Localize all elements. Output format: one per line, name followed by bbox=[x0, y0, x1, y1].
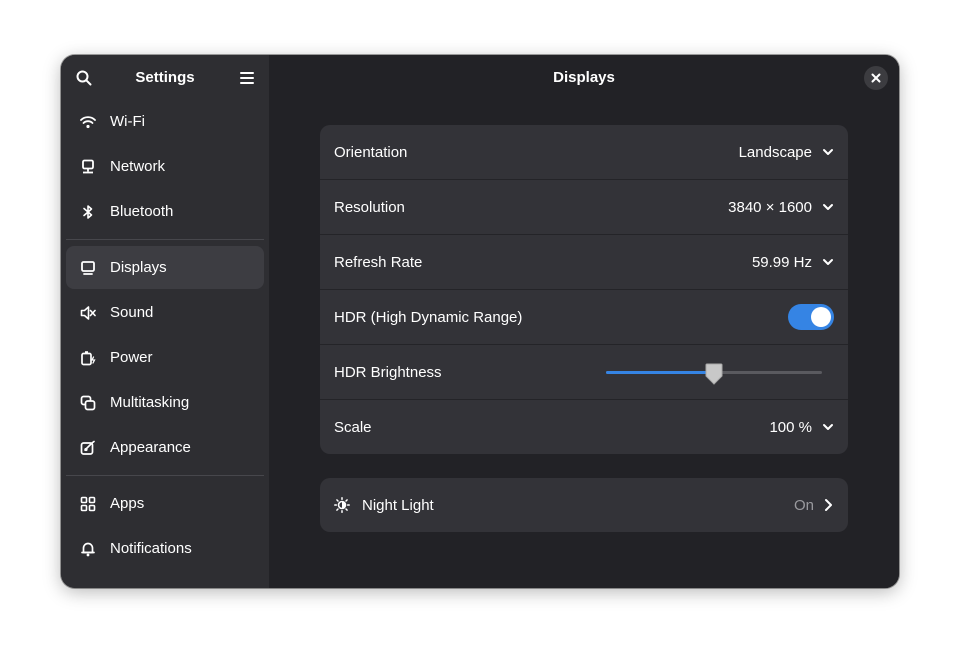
sidebar-item-label: Wi-Fi bbox=[110, 113, 145, 130]
refresh-rate-value: 59.99 Hz bbox=[752, 254, 812, 271]
sidebar-item-label: Appearance bbox=[110, 439, 191, 456]
resolution-row[interactable]: Resolution 3840 × 1600 bbox=[320, 180, 848, 235]
page-title: Displays bbox=[553, 69, 615, 86]
scale-value: 100 % bbox=[769, 419, 812, 436]
main-panel: Displays Orientation Landscape Resolutio… bbox=[269, 55, 899, 588]
sidebar-item-apps[interactable]: Apps bbox=[66, 482, 264, 525]
orientation-dropdown[interactable]: Landscape bbox=[739, 144, 834, 161]
refresh-rate-label: Refresh Rate bbox=[334, 254, 752, 271]
chevron-down-icon bbox=[822, 201, 834, 213]
speaker-icon bbox=[80, 305, 96, 321]
bell-icon bbox=[80, 541, 96, 557]
sidebar-item-label: Multitasking bbox=[110, 394, 189, 411]
hdr-toggle-switch[interactable] bbox=[788, 304, 834, 330]
sidebar-item-network[interactable]: Network bbox=[66, 145, 264, 188]
close-button[interactable] bbox=[864, 66, 888, 90]
sidebar-item-label: Notifications bbox=[110, 540, 192, 557]
slider-handle[interactable] bbox=[704, 362, 724, 386]
sidebar-item-appearance[interactable]: Appearance bbox=[66, 426, 264, 469]
scale-dropdown[interactable]: 100 % bbox=[769, 419, 834, 436]
sidebar-item-wifi[interactable]: Wi-Fi bbox=[66, 100, 264, 143]
refresh-rate-dropdown[interactable]: 59.99 Hz bbox=[752, 254, 834, 271]
apps-grid-icon bbox=[80, 496, 96, 512]
hamburger-menu-icon bbox=[239, 70, 255, 86]
sidebar-separator bbox=[66, 239, 264, 240]
toggle-knob bbox=[811, 307, 831, 327]
resolution-label: Resolution bbox=[334, 199, 728, 216]
sidebar-item-label: Apps bbox=[110, 495, 144, 512]
resolution-value: 3840 × 1600 bbox=[728, 199, 812, 216]
refresh-rate-row[interactable]: Refresh Rate 59.99 Hz bbox=[320, 235, 848, 290]
main-menu-button[interactable] bbox=[233, 64, 261, 92]
scale-row[interactable]: Scale 100 % bbox=[320, 400, 848, 454]
close-icon bbox=[871, 73, 881, 83]
hdr-row[interactable]: HDR (High Dynamic Range) bbox=[320, 290, 848, 345]
night-light-icon bbox=[334, 497, 350, 513]
sidebar-item-bluetooth[interactable]: Bluetooth bbox=[66, 190, 264, 233]
night-light-label: Night Light bbox=[362, 497, 794, 514]
night-light-status: On bbox=[794, 497, 814, 514]
chevron-down-icon bbox=[822, 256, 834, 268]
sidebar-item-multitasking[interactable]: Multitasking bbox=[66, 381, 264, 424]
sidebar-item-label: Bluetooth bbox=[110, 203, 173, 220]
sidebar-item-label: Power bbox=[110, 349, 153, 366]
sidebar-item-label: Displays bbox=[110, 259, 167, 276]
chevron-down-icon bbox=[822, 146, 834, 158]
search-button[interactable] bbox=[70, 64, 98, 92]
wifi-icon bbox=[80, 114, 96, 130]
sidebar-item-power[interactable]: Power bbox=[66, 336, 264, 379]
orientation-value: Landscape bbox=[739, 144, 812, 161]
orientation-row[interactable]: Orientation Landscape bbox=[320, 125, 848, 180]
night-light-card: Night Light On bbox=[320, 478, 848, 532]
search-icon bbox=[76, 70, 92, 86]
hdr-brightness-slider[interactable] bbox=[606, 345, 822, 399]
battery-icon bbox=[80, 350, 96, 366]
display-icon bbox=[80, 260, 96, 276]
sidebar-separator bbox=[66, 475, 264, 476]
hdr-label: HDR (High Dynamic Range) bbox=[334, 309, 788, 326]
network-icon bbox=[80, 159, 96, 175]
night-light-row[interactable]: Night Light On bbox=[320, 478, 848, 532]
settings-window: Settings Wi-Fi Network bbox=[61, 55, 899, 588]
sidebar-item-label: Network bbox=[110, 158, 165, 175]
sidebar: Settings Wi-Fi Network bbox=[61, 55, 269, 588]
sidebar-header: Settings bbox=[61, 55, 269, 100]
sidebar-list: Wi-Fi Network Bluetooth Displays bbox=[61, 100, 269, 570]
sidebar-item-sound[interactable]: Sound bbox=[66, 291, 264, 334]
display-settings-card: Orientation Landscape Resolution 3840 × … bbox=[320, 125, 848, 454]
sidebar-item-displays[interactable]: Displays bbox=[66, 246, 264, 289]
sidebar-title: Settings bbox=[135, 69, 194, 86]
sidebar-item-notifications[interactable]: Notifications bbox=[66, 527, 264, 570]
bluetooth-icon bbox=[80, 204, 96, 220]
chevron-right-icon bbox=[822, 498, 834, 512]
scale-label: Scale bbox=[334, 419, 769, 436]
header-bar: Displays bbox=[269, 55, 899, 100]
resolution-dropdown[interactable]: 3840 × 1600 bbox=[728, 199, 834, 216]
sidebar-item-label: Sound bbox=[110, 304, 153, 321]
hdr-brightness-row: HDR Brightness bbox=[320, 345, 848, 400]
appearance-icon bbox=[80, 440, 96, 456]
chevron-down-icon bbox=[822, 421, 834, 433]
slider-fill bbox=[606, 371, 714, 374]
orientation-label: Orientation bbox=[334, 144, 739, 161]
multitasking-icon bbox=[80, 395, 96, 411]
